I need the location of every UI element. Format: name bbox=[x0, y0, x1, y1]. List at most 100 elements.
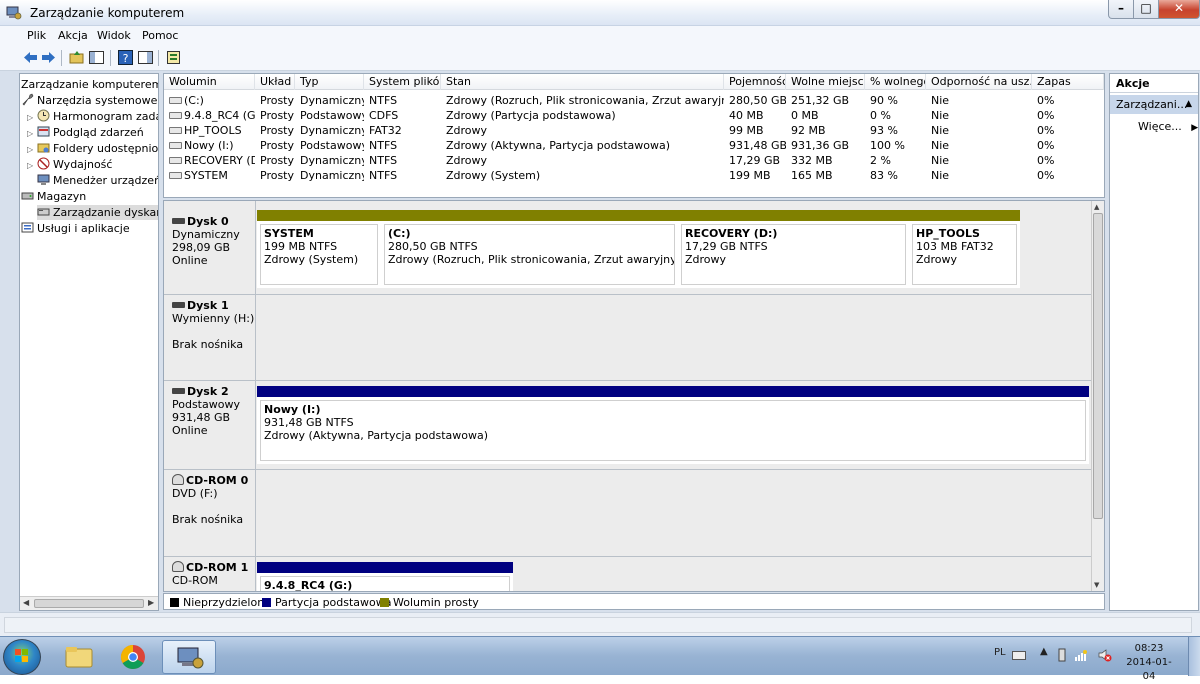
show-hidden-icons-arrow-icon[interactable]: ▲ bbox=[1040, 646, 1048, 657]
table-row[interactable]: 9.4.8_RC4 (G:) Prosty Podstawowy CDFS Zd… bbox=[164, 108, 1104, 123]
column-header-status[interactable]: Stan bbox=[441, 74, 724, 90]
show-desktop-button[interactable] bbox=[1188, 637, 1200, 676]
maximize-button[interactable]: □ bbox=[1133, 0, 1159, 19]
clock[interactable]: 08:23 2014-01-04 bbox=[1120, 642, 1178, 684]
forward-arrow-icon[interactable] bbox=[40, 49, 57, 66]
disk-row-1[interactable]: Dysk 1 Wymienny (H:) Brak nośnika bbox=[164, 295, 1092, 381]
column-header-percent-free[interactable]: % wolnego bbox=[865, 74, 926, 90]
scrollbar-thumb[interactable] bbox=[34, 599, 144, 608]
table-cell: 0% bbox=[1037, 124, 1055, 137]
disk-name: Dysk 2 bbox=[187, 385, 229, 398]
table-cell: Nie bbox=[931, 94, 950, 107]
show-hide-action-pane-icon[interactable] bbox=[137, 49, 154, 66]
close-button[interactable]: ✕ bbox=[1158, 0, 1200, 19]
expand-arrow-icon[interactable]: ▷ bbox=[27, 145, 33, 154]
disk-label[interactable]: CD-ROM 1 CD-ROM bbox=[164, 557, 256, 591]
table-cell: Dynamiczny bbox=[300, 124, 364, 137]
legend-primary-partition: Partycja podstawowa bbox=[262, 596, 392, 609]
graph-vertical-scrollbar[interactable]: ▲ ▼ bbox=[1091, 201, 1104, 591]
disk-row-2[interactable]: Dysk 2 Podstawowy 931,48 GB Online Nowy … bbox=[164, 381, 1092, 470]
clock-icon bbox=[37, 109, 50, 122]
disk-row-cdrom-0[interactable]: CD-ROM 0 DVD (F:) Brak nośnika bbox=[164, 470, 1092, 557]
tree-item-task-scheduler[interactable]: Harmonogram zadań bbox=[37, 109, 158, 124]
keyboard-icon[interactable] bbox=[1012, 649, 1026, 661]
help-icon[interactable]: ? bbox=[117, 49, 134, 66]
partition-system[interactable]: SYSTEM 199 MB NTFS Zdrowy (System) bbox=[257, 210, 381, 288]
scroll-left-icon[interactable]: ◀ bbox=[23, 598, 29, 607]
tree-item-performance[interactable]: Wydajność bbox=[37, 157, 112, 172]
partition-cd-g[interactable]: 9.4.8_RC4 (G:) bbox=[257, 562, 513, 591]
status-bar-segment bbox=[4, 617, 1192, 633]
volume-muted-icon[interactable] bbox=[1098, 648, 1112, 662]
disk-name: Dysk 0 bbox=[187, 215, 229, 228]
menu-pomoc[interactable]: Pomoc bbox=[142, 29, 178, 42]
scrollbar-thumb[interactable] bbox=[1093, 213, 1103, 519]
more-actions-item[interactable]: Więce... ▶ bbox=[1138, 120, 1198, 133]
column-header-layout[interactable]: Układ bbox=[255, 74, 295, 90]
properties-icon[interactable] bbox=[165, 49, 182, 66]
table-row[interactable]: (C:) Prosty Dynamiczny NTFS Zdrowy (Rozr… bbox=[164, 93, 1104, 108]
disk-row-cdrom-1[interactable]: CD-ROM 1 CD-ROM 9.4.8_RC4 (G:) bbox=[164, 557, 1092, 591]
scroll-right-icon[interactable]: ▶ bbox=[148, 598, 154, 607]
expand-arrow-icon[interactable]: ▷ bbox=[27, 129, 33, 138]
network-icon[interactable] bbox=[1074, 648, 1088, 662]
disk-label[interactable]: Dysk 0 Dynamiczny 298,09 GB Online bbox=[164, 201, 256, 294]
table-row[interactable]: HP_TOOLS Prosty Dynamiczny FAT32 Zdrowy … bbox=[164, 123, 1104, 138]
table-row[interactable]: Nowy (I:) Prosty Podstawowy NTFS Zdrowy … bbox=[164, 138, 1104, 153]
minimize-icon: – bbox=[1118, 1, 1124, 15]
actions-section-disk-management[interactable]: Zarządzani... ▲ bbox=[1110, 95, 1198, 114]
tree-item-shared-folders[interactable]: Foldery udostępnione bbox=[37, 141, 158, 156]
disk-label[interactable]: CD-ROM 0 DVD (F:) Brak nośnika bbox=[164, 470, 256, 556]
volume-list-header: Wolumin Układ Typ System plików Stan Poj… bbox=[164, 74, 1104, 90]
taskbar-computer-management-button[interactable] bbox=[162, 640, 216, 674]
tree-item-services-apps[interactable]: Usługi i aplikacje bbox=[21, 221, 130, 236]
tree-item-device-manager[interactable]: Menedżer urządzeń bbox=[37, 173, 158, 188]
table-cell: 92 MB bbox=[791, 124, 826, 137]
column-header-file-system[interactable]: System plików bbox=[364, 74, 441, 90]
menu-plik[interactable]: Plik bbox=[27, 29, 46, 42]
table-cell: Nie bbox=[931, 169, 950, 182]
tree-root[interactable]: Zarządzanie komputerem (lok bbox=[21, 77, 158, 92]
show-hide-tree-icon[interactable] bbox=[88, 49, 105, 66]
column-header-capacity[interactable]: Pojemność bbox=[724, 74, 786, 90]
disk-type: CD-ROM bbox=[172, 574, 218, 587]
expand-arrow-icon[interactable]: ▷ bbox=[27, 161, 33, 170]
back-arrow-icon[interactable] bbox=[22, 49, 39, 66]
expand-arrow-icon[interactable]: ▷ bbox=[27, 113, 33, 122]
disk-status: Brak nośnika bbox=[172, 338, 244, 351]
taskbar-chrome-button[interactable] bbox=[106, 640, 160, 674]
tree-item-event-viewer[interactable]: Podgląd zdarzeń bbox=[37, 125, 144, 140]
partition-hp-tools[interactable]: HP_TOOLS 103 MB FAT32 Zdrowy bbox=[909, 210, 1020, 288]
partition-nowy[interactable]: Nowy (I:) 931,48 GB NTFS Zdrowy (Aktywna, … bbox=[257, 386, 1089, 464]
menu-akcja[interactable]: Akcja bbox=[58, 29, 88, 42]
disk-label[interactable]: Dysk 1 Wymienny (H:) Brak nośnika bbox=[164, 295, 256, 380]
partition-status: Zdrowy bbox=[685, 253, 727, 266]
column-header-type[interactable]: Typ bbox=[295, 74, 364, 90]
language-indicator[interactable]: PL bbox=[994, 647, 1006, 658]
minimize-button[interactable]: – bbox=[1108, 0, 1134, 19]
scroll-down-icon[interactable]: ▼ bbox=[1094, 581, 1099, 589]
collapse-up-icon[interactable]: ▲ bbox=[1185, 95, 1192, 114]
tree-item-storage[interactable]: Magazyn bbox=[21, 189, 86, 204]
tree-item-disk-management[interactable]: Zarządzanie dyskami bbox=[37, 205, 158, 220]
tree-item-system-tools[interactable]: Narzędzia systemowe bbox=[21, 93, 157, 108]
partition-c[interactable]: (C:) 280,50 GB NTFS Zdrowy (Rozruch, Plik … bbox=[381, 210, 678, 288]
column-header-fault-tolerance[interactable]: Odporność na usz... bbox=[926, 74, 1032, 90]
partition-status: Zdrowy (Rozruch, Plik stronicowania, Zrz… bbox=[388, 253, 674, 266]
up-folder-icon[interactable] bbox=[68, 49, 85, 66]
tree-horizontal-scrollbar[interactable]: ◀ ▶ bbox=[20, 596, 158, 610]
scroll-up-icon[interactable]: ▲ bbox=[1094, 203, 1099, 211]
menu-widok[interactable]: Widok bbox=[97, 29, 131, 42]
start-button[interactable] bbox=[3, 639, 41, 675]
usb-device-icon[interactable] bbox=[1058, 648, 1066, 662]
table-row[interactable]: SYSTEM Prosty Dynamiczny NTFS Zdrowy (Sy… bbox=[164, 168, 1104, 183]
taskbar-explorer-button[interactable] bbox=[52, 640, 106, 674]
partition-recovery[interactable]: RECOVERY (D:) 17,29 GB NTFS Zdrowy bbox=[678, 210, 909, 288]
column-header-volume[interactable]: Wolumin bbox=[164, 74, 255, 90]
table-row[interactable]: RECOVERY (D:) Prosty Dynamiczny NTFS Zdr… bbox=[164, 153, 1104, 168]
disk-label[interactable]: Dysk 2 Podstawowy 931,48 GB Online bbox=[164, 381, 256, 469]
volume-icon bbox=[169, 112, 182, 119]
column-header-free-space[interactable]: Wolne miejsce bbox=[786, 74, 865, 90]
column-header-overhead[interactable]: Zapas bbox=[1032, 74, 1104, 90]
disk-row-0[interactable]: Dysk 0 Dynamiczny 298,09 GB Online SYSTE… bbox=[164, 201, 1092, 295]
